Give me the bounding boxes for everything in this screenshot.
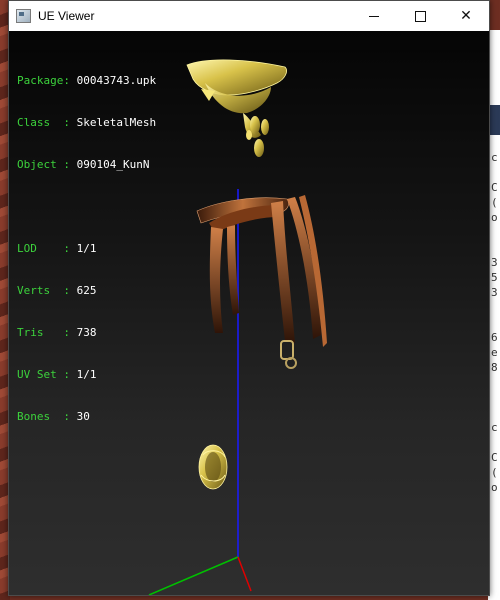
gold-necklace-mesh bbox=[186, 59, 287, 157]
background-text-char: c bbox=[491, 421, 498, 434]
tris-value: 738 bbox=[76, 326, 97, 339]
info-row-package: Package: 00043743.upk bbox=[17, 74, 157, 87]
object-value: 090104_KunN bbox=[76, 158, 150, 171]
bones-value: 30 bbox=[76, 410, 90, 423]
close-icon: ✕ bbox=[460, 8, 472, 24]
background-text-char: e bbox=[491, 346, 498, 359]
maximize-icon bbox=[414, 10, 426, 22]
background-text-char: 3 bbox=[491, 256, 498, 269]
background-text-char: ( bbox=[491, 466, 498, 479]
ue-viewer-window: UE Viewer ✕ Package: 00043743.upk Class … bbox=[8, 0, 490, 596]
lod-value: 1/1 bbox=[76, 242, 97, 255]
background-window-stripe bbox=[490, 105, 500, 135]
background-text-char: 5 bbox=[491, 271, 498, 284]
info-row-tris: Tris : 738 bbox=[17, 326, 97, 339]
mesh-info-overlay: Package: 00043743.upk Class : SkeletalMe… bbox=[17, 46, 156, 452]
background-text-char: c bbox=[491, 151, 498, 164]
axis-y-line bbox=[148, 556, 239, 595]
minimize-button[interactable] bbox=[351, 1, 397, 31]
uvset-value: 1/1 bbox=[76, 368, 97, 381]
info-row-bones: Bones : 30 bbox=[17, 410, 90, 423]
info-row-lod: LOD : 1/1 bbox=[17, 242, 97, 255]
background-text-char: 8 bbox=[491, 361, 498, 374]
info-row-uvset: UV Set : 1/1 bbox=[17, 368, 97, 381]
info-row-verts: Verts : 625 bbox=[17, 284, 97, 297]
gold-cuff-mesh bbox=[198, 444, 228, 490]
info-row-object: Object : 090104_KunN bbox=[17, 158, 150, 171]
background-text-char: o bbox=[491, 481, 498, 494]
verts-value: 625 bbox=[76, 284, 97, 297]
title-bar[interactable]: UE Viewer ✕ bbox=[9, 1, 489, 31]
window-title: UE Viewer bbox=[38, 9, 95, 23]
background-text-char: 3 bbox=[491, 286, 498, 299]
background-text-char: o bbox=[491, 211, 498, 224]
info-row-class: Class : SkeletalMesh bbox=[17, 116, 157, 129]
background-text-char: ( bbox=[491, 196, 498, 209]
background-text-char: C bbox=[491, 181, 498, 194]
3d-viewport[interactable]: Package: 00043743.upk Class : SkeletalMe… bbox=[9, 31, 489, 595]
app-icon bbox=[16, 9, 31, 23]
package-value: 00043743.upk bbox=[76, 74, 157, 87]
close-button[interactable]: ✕ bbox=[443, 1, 489, 31]
minimize-icon bbox=[369, 15, 379, 17]
maximize-button[interactable] bbox=[397, 1, 443, 31]
axis-x-line bbox=[237, 556, 252, 592]
class-value: SkeletalMesh bbox=[76, 116, 157, 129]
background-text-char: 6 bbox=[491, 331, 498, 344]
background-text-char: C bbox=[491, 451, 498, 464]
leather-belt-mesh bbox=[196, 195, 327, 369]
